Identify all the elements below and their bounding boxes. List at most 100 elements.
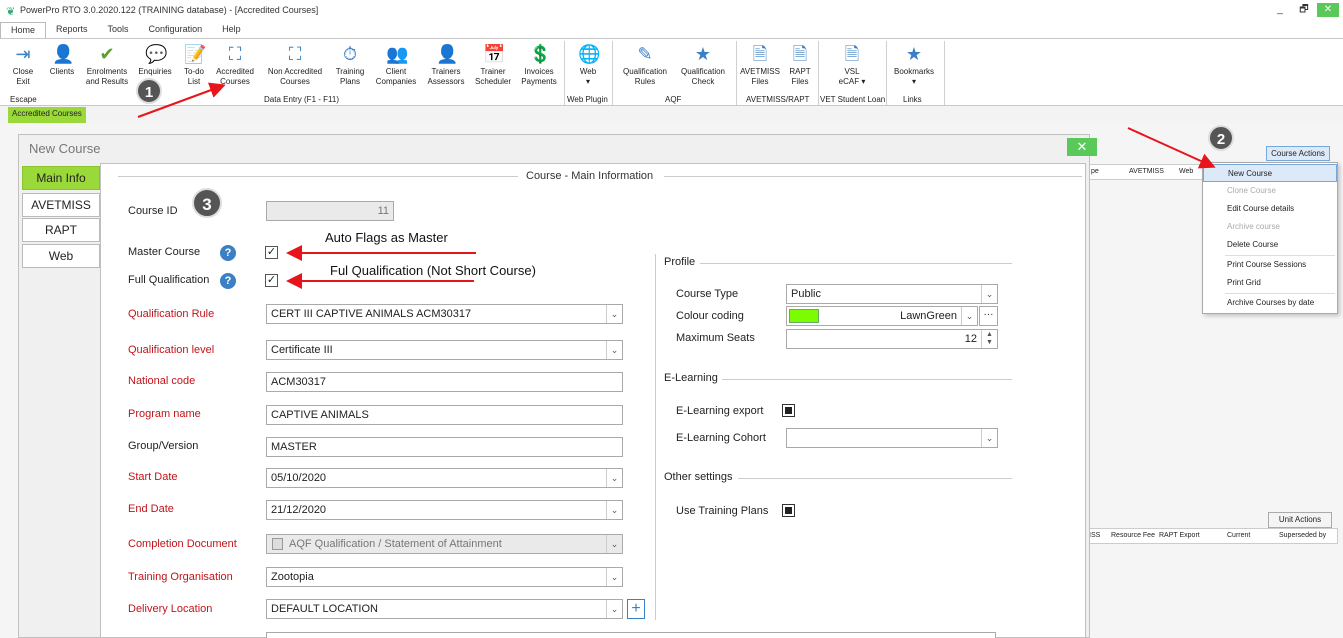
more-options-button[interactable]: ··· — [979, 306, 998, 326]
dialog-close-button[interactable]: ✕ — [1067, 138, 1097, 156]
unit-actions-button[interactable]: Unit Actions — [1268, 512, 1332, 528]
files-icon: 🗎 — [844, 44, 860, 64]
full-qualification-label: Full Qualification — [128, 274, 210, 286]
chevron-down-icon[interactable]: ⌄ — [981, 285, 997, 303]
tab-home[interactable]: Home — [0, 22, 47, 38]
bookmarks-button[interactable]: ★ Bookmarks ▾ — [890, 41, 938, 87]
client-companies-button[interactable]: 👥 Client Companies — [372, 41, 420, 87]
delivery-location-label: Delivery Location — [128, 603, 213, 615]
menu-item-print-grid[interactable]: Print Grid — [1203, 274, 1337, 292]
start-date-picker[interactable]: 05/10/2020 ⌄ — [266, 468, 623, 488]
enrolments-button[interactable]: ✔ Enrolments and Results — [82, 41, 132, 87]
money-icon: 💲 — [529, 44, 552, 64]
close-exit-button[interactable]: ⇥ Close Exit — [6, 41, 40, 87]
start-date-label: Start Date — [128, 471, 178, 483]
accredited-courses-label: Accredited Courses — [216, 67, 254, 86]
end-date-picker[interactable]: 21/12/2020 ⌄ — [266, 500, 623, 520]
minimize-button[interactable]: _ — [1269, 3, 1291, 17]
master-course-checkbox[interactable]: ✓ — [265, 246, 278, 259]
todo-list-button[interactable]: 📝 To-do List — [178, 41, 210, 87]
course-actions-button[interactable]: Course Actions — [1266, 146, 1330, 161]
section-divider — [700, 263, 1012, 264]
chevron-down-icon[interactable]: ⌄ — [606, 535, 622, 553]
accredited-courses-button[interactable]: ⛶ Accredited Courses — [212, 41, 258, 87]
national-code-label: National code — [128, 375, 196, 387]
chevron-down-icon[interactable]: ⌄ — [606, 305, 622, 323]
enquiries-button[interactable]: 💬 Enquiries — [136, 41, 174, 77]
menu-item-archive-courses-by-date[interactable]: Archive Courses by date — [1203, 294, 1337, 312]
clients-button[interactable]: 👤 Clients — [44, 41, 80, 77]
national-code-field[interactable]: ACM30317 — [266, 372, 623, 392]
group-version-field[interactable]: MASTER — [266, 437, 623, 457]
close-window-button[interactable]: ✕ — [1317, 3, 1339, 17]
training-plans-button[interactable]: ⏱ Training Plans — [332, 41, 368, 87]
menu-item-archive-course[interactable]: Archive course — [1203, 218, 1337, 236]
menu-tabs: Home Reports Tools Configuration Help — [0, 22, 251, 38]
completion-document-select[interactable]: AQF Qualification / Statement of Attainm… — [266, 534, 623, 554]
invoices-payments-button[interactable]: 💲 Invoices Payments — [518, 41, 560, 87]
program-name-field[interactable]: CAPTIVE ANIMALS — [266, 405, 623, 425]
qualification-check-button[interactable]: ★ Qualification Check — [676, 41, 730, 87]
chevron-down-icon[interactable]: ⌄ — [606, 568, 622, 586]
training-organisation-select[interactable]: Zootopia ⌄ — [266, 567, 623, 587]
chevron-down-icon[interactable]: ⌄ — [981, 429, 997, 447]
rapt-files-button[interactable]: 🗎 RAPT Files — [784, 41, 816, 87]
elearning-cohort-select[interactable]: ⌄ — [786, 428, 998, 448]
chevron-down-icon[interactable]: ⌄ — [961, 307, 977, 325]
qualification-rule-select[interactable]: CERT III CAPTIVE ANIMALS ACM30317 ⌄ — [266, 304, 623, 324]
elearning-export-checkbox[interactable] — [782, 404, 795, 417]
menu-item-clone-course[interactable]: Clone Course — [1203, 182, 1337, 200]
clients-label: Clients — [49, 67, 75, 76]
add-location-button[interactable]: + — [627, 599, 645, 619]
chevron-down-icon[interactable]: ⌄ — [606, 341, 622, 359]
grid-header-iss: ISS — [1089, 532, 1101, 539]
avetmiss-files-button[interactable]: 🗎 AVETMISS Files — [740, 41, 780, 87]
annotation-master: Auto Flags as Master — [325, 230, 448, 245]
bookmarks-label: Bookmarks ▾ — [893, 67, 934, 86]
tab-configuration[interactable]: Configuration — [139, 22, 213, 38]
chevron-down-icon[interactable]: ⌄ — [606, 501, 622, 519]
tab-avetmiss[interactable]: AVETMISS — [22, 193, 100, 217]
non-accredited-courses-button[interactable]: ⛶ Non Accredited Courses — [264, 41, 326, 87]
group-aqf: AQF — [665, 95, 682, 104]
menu-item-edit-course-details[interactable]: Edit Course details — [1203, 200, 1337, 218]
help-icon[interactable]: ? — [220, 273, 236, 289]
web-button[interactable]: 🌐 Web ▾ — [570, 41, 606, 87]
annotation-full-qualification: Ful Qualification (Not Short Course) — [330, 263, 536, 278]
program-name-label: Program name — [128, 408, 201, 420]
tab-rapt[interactable]: RAPT — [22, 218, 100, 242]
tab-help[interactable]: Help — [212, 22, 251, 38]
menu-item-print-course-sessions[interactable]: Print Course Sessions — [1203, 256, 1337, 274]
trainers-assessors-button[interactable]: 👤 Trainers Assessors — [424, 41, 468, 87]
maximum-seats-stepper[interactable]: 12 ▲ ▼ — [786, 329, 998, 349]
spinner-icon[interactable]: ▲ ▼ — [981, 330, 997, 348]
chevron-down-icon[interactable]: ⌄ — [606, 600, 622, 618]
group-version-label: Group/Version — [128, 440, 199, 452]
restore-button[interactable]: 🗗 — [1293, 3, 1315, 17]
tab-reports[interactable]: Reports — [46, 22, 98, 38]
tab-web[interactable]: Web — [22, 244, 100, 268]
qualification-rules-button[interactable]: ✎ Qualification Rules — [618, 41, 672, 87]
completion-document-value: AQF Qualification / Statement of Attainm… — [289, 538, 502, 550]
check-icon: ✔ — [99, 44, 115, 64]
pen-icon: ✎ — [637, 44, 653, 64]
help-icon[interactable]: ? — [220, 245, 236, 261]
tab-accredited-courses[interactable]: Accredited Courses — [8, 107, 86, 123]
delivery-location-select[interactable]: DEFAULT LOCATION ⌄ — [266, 599, 623, 619]
ribbon-separator — [564, 41, 565, 105]
menu-item-new-course[interactable]: New Course — [1203, 164, 1337, 182]
ribbon: ⇥ Close Exit 👤 Clients ✔ Enrolments and … — [0, 38, 1343, 106]
tab-tools[interactable]: Tools — [98, 22, 139, 38]
module-tab-strip: Accredited Courses — [0, 106, 1343, 124]
chevron-down-icon[interactable]: ⌄ — [606, 469, 622, 487]
menu-item-delete-course[interactable]: Delete Course — [1203, 236, 1337, 254]
tab-main-info[interactable]: Main Info — [22, 166, 100, 190]
qualification-level-select[interactable]: Certificate III ⌄ — [266, 340, 623, 360]
use-training-plans-checkbox[interactable] — [782, 504, 795, 517]
trainer-scheduler-button[interactable]: 📅 Trainer Scheduler — [472, 41, 514, 87]
course-type-select[interactable]: Public ⌄ — [786, 284, 998, 304]
full-qualification-checkbox[interactable]: ✓ — [265, 274, 278, 287]
colour-coding-select[interactable]: LawnGreen ⌄ — [786, 306, 978, 326]
grid-header-pe: pe — [1091, 168, 1099, 175]
vsl-ecaf-button[interactable]: 🗎 VSL eCAF ▾ — [830, 41, 874, 87]
